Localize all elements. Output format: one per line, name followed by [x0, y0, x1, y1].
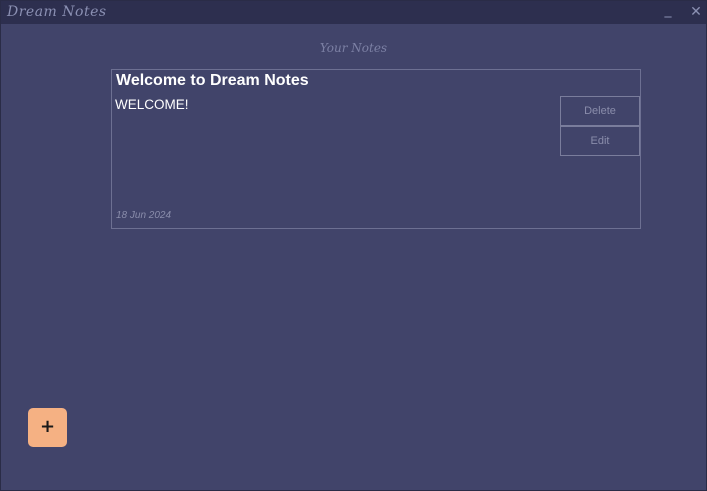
edit-button[interactable]: Edit — [560, 126, 640, 156]
note-card: Welcome to Dream Notes WELCOME! 18 Jun 2… — [111, 69, 641, 229]
notes-heading: Your Notes — [319, 41, 388, 55]
note-date: 18 Jun 2024 — [116, 210, 172, 221]
delete-button[interactable]: Delete — [560, 96, 640, 126]
app-window: Dream Notes _ ✕ Your Notes Welcome to Dr… — [0, 0, 707, 491]
app-title: Dream Notes — [7, 4, 107, 20]
close-button[interactable]: ✕ — [687, 3, 705, 21]
title-bar[interactable]: Dream Notes _ ✕ — [1, 1, 706, 24]
note-title: Welcome to Dream Notes — [116, 72, 309, 89]
minimize-button[interactable]: _ — [659, 1, 677, 19]
add-note-button[interactable]: + — [28, 408, 67, 447]
note-body: WELCOME! — [115, 97, 189, 112]
